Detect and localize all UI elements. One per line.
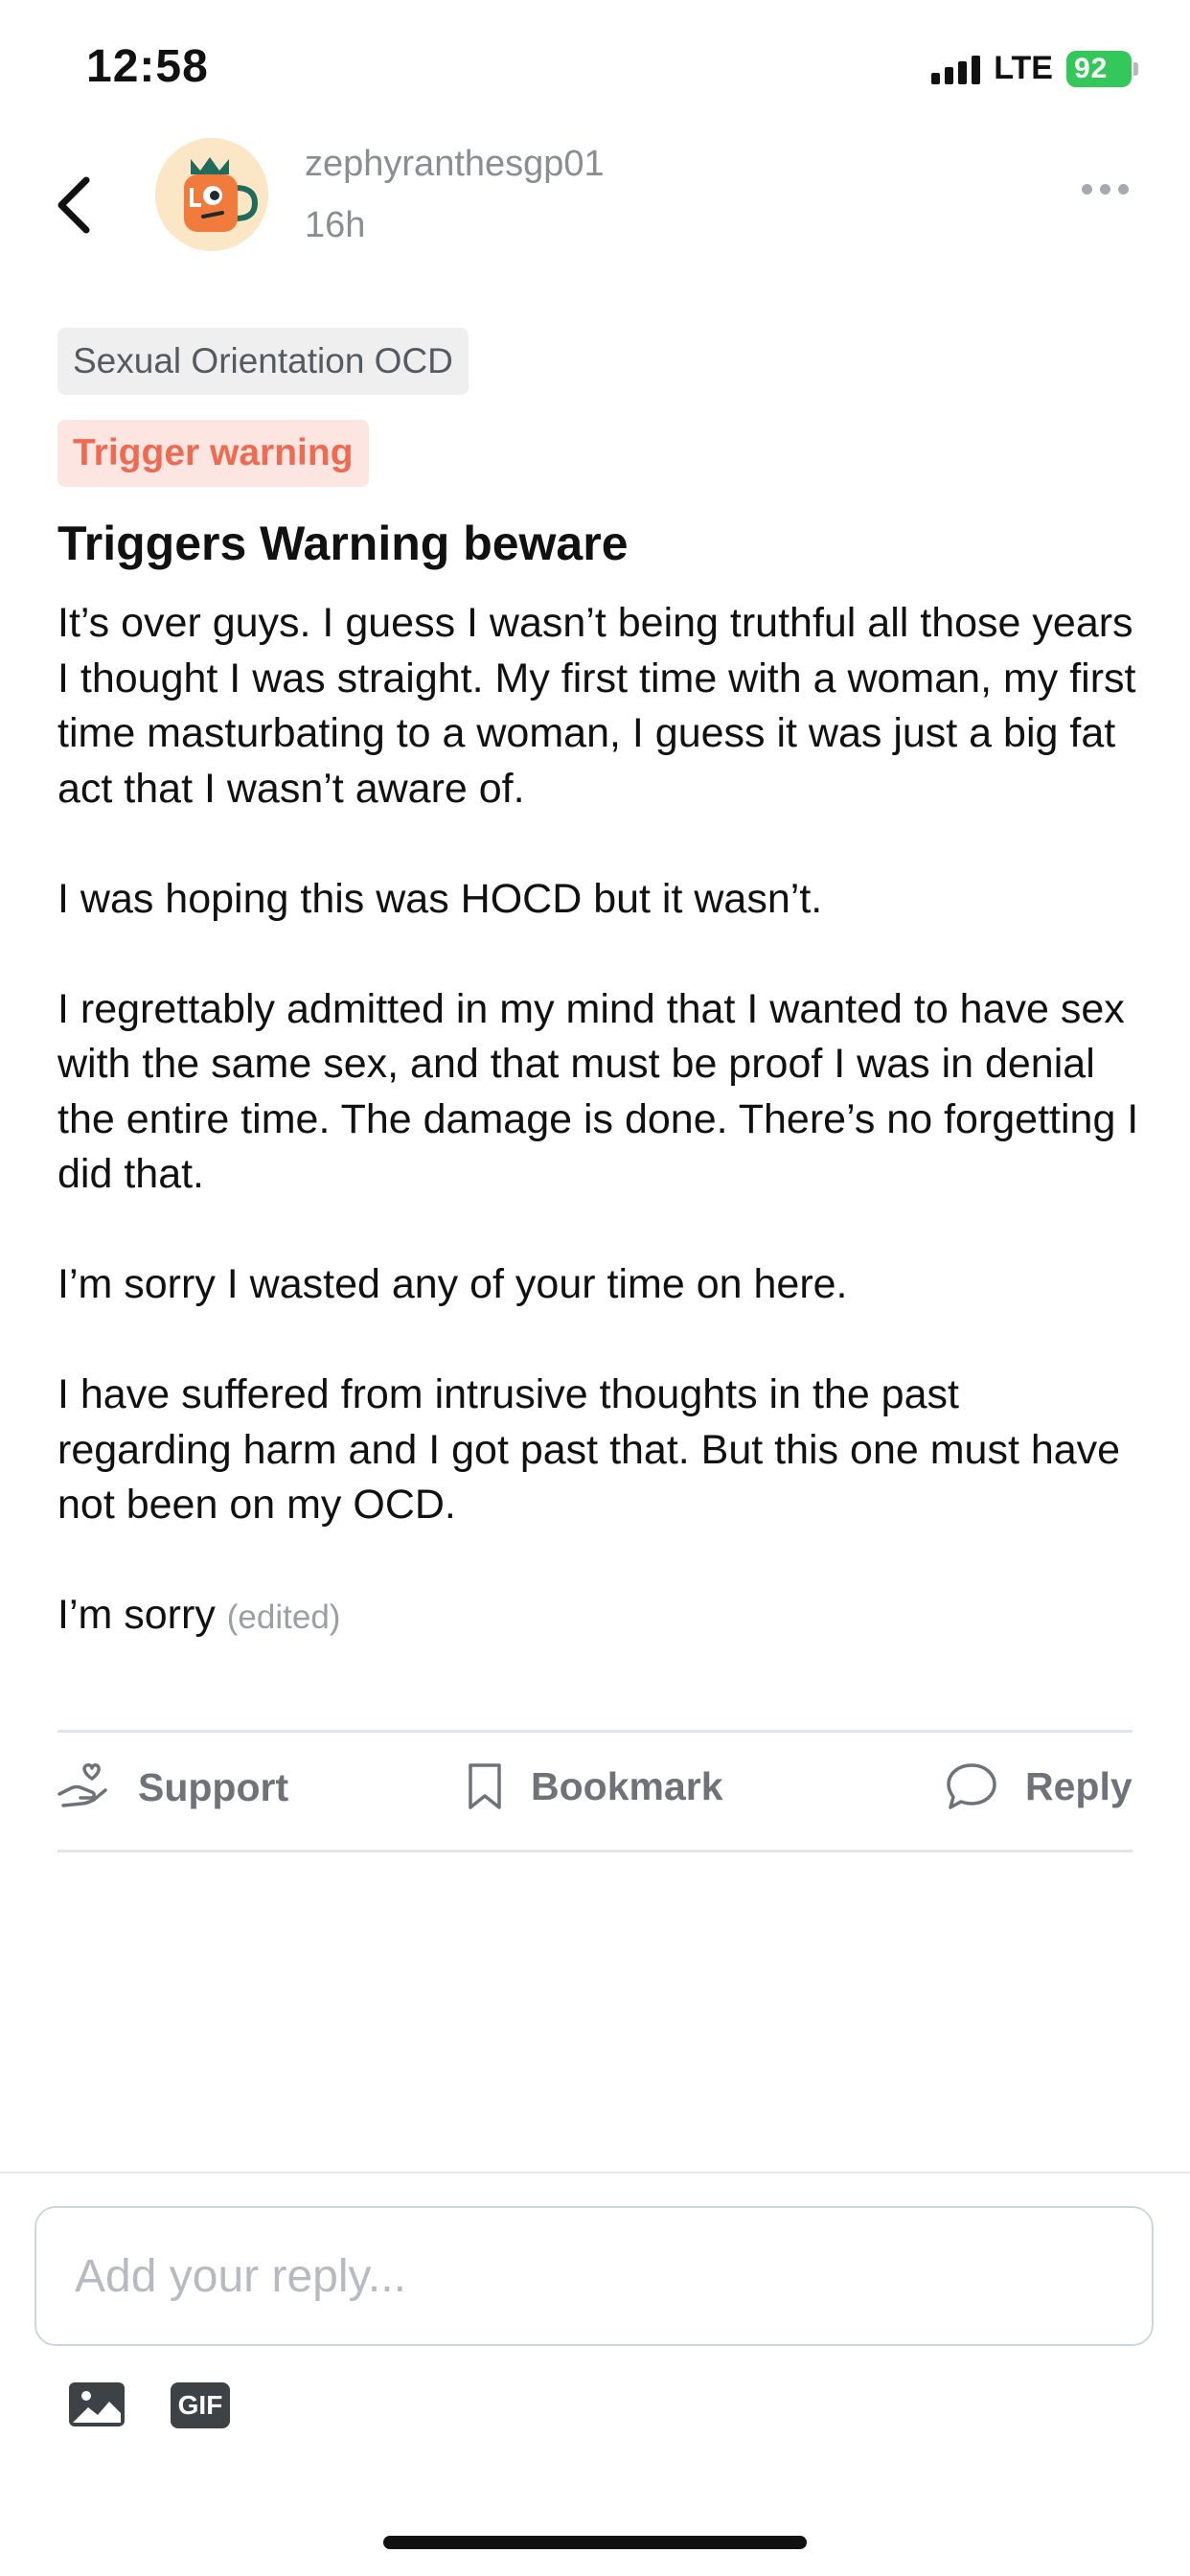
post-paragraph: It’s over guys. I guess I wasn’t being t… xyxy=(57,600,1136,812)
more-options-button[interactable] xyxy=(1082,184,1129,195)
post-paragraph: I regrettably admitted in my mind that I… xyxy=(57,985,1139,1198)
category-tag[interactable]: Sexual Orientation OCD xyxy=(57,328,469,395)
image-icon xyxy=(69,2382,125,2426)
post-paragraph: I’m sorry I wasted any of your time on h… xyxy=(57,1261,848,1307)
post-paragraph: I was hoping this was HOCD but it wasn’t… xyxy=(57,875,823,922)
chevron-left-icon xyxy=(57,176,90,234)
battery-level: 92 xyxy=(1066,50,1132,87)
author-username[interactable]: zephyranthesgp01 xyxy=(305,144,605,185)
bookmark-label: Bookmark xyxy=(531,1763,723,1808)
home-indicator[interactable] xyxy=(383,2536,807,2549)
post-paragraph: I have suffered from intrusive thoughts … xyxy=(57,1371,1121,1528)
support-hand-icon xyxy=(57,1763,107,1807)
reply-button[interactable]: Reply xyxy=(945,1761,1133,1811)
avatar[interactable] xyxy=(155,138,268,251)
support-label: Support xyxy=(138,1764,289,1809)
divider-top xyxy=(57,1730,1133,1733)
battery-icon: 92 xyxy=(1066,50,1138,87)
post-paragraph-text: I’m sorry xyxy=(57,1592,216,1638)
reply-label: Reply xyxy=(1025,1763,1133,1808)
signal-icon xyxy=(931,54,981,84)
reply-input[interactable] xyxy=(34,2206,1154,2346)
post-title: Triggers Warning beware xyxy=(57,517,629,570)
status-indicators: LTE 92 xyxy=(931,50,1138,87)
chat-bubble-icon xyxy=(947,1763,996,1809)
post-timestamp: 16h xyxy=(305,205,366,245)
status-time: 12:58 xyxy=(86,41,209,92)
composer-divider xyxy=(0,2172,1190,2174)
more-horizontal-icon xyxy=(1082,184,1092,195)
attach-image-button[interactable] xyxy=(67,2380,126,2428)
divider-bottom xyxy=(57,1850,1133,1852)
bookmark-button[interactable]: Bookmark xyxy=(466,1761,723,1811)
post-body: It’s over guys. I guess I wasn’t being t… xyxy=(57,596,1140,1645)
mug-avatar-icon xyxy=(155,138,268,251)
gif-button[interactable]: GIF xyxy=(171,2382,230,2428)
network-type: LTE xyxy=(994,50,1053,86)
back-button[interactable] xyxy=(50,171,100,240)
edited-label: (edited) xyxy=(226,1598,341,1636)
support-button[interactable]: Support xyxy=(56,1761,288,1813)
trigger-warning-badge: Trigger warning xyxy=(57,420,369,487)
bookmark-icon xyxy=(469,1763,501,1809)
post-paragraph-last: I’m sorry (edited) xyxy=(57,1588,1140,1645)
